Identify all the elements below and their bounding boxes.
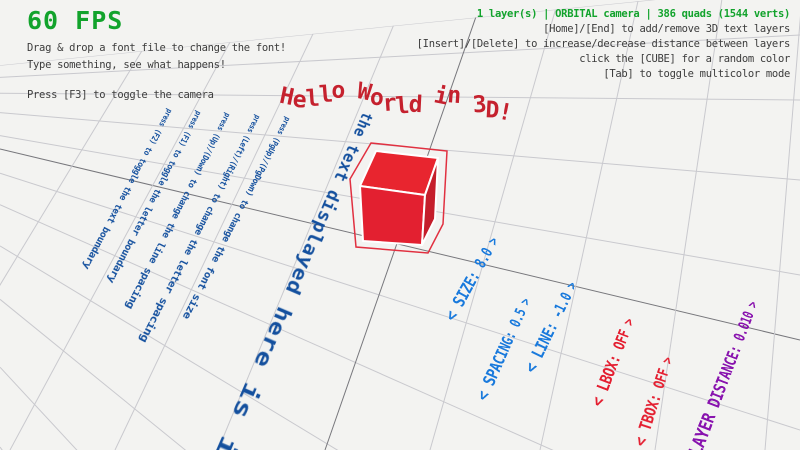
- tip-drag-drop-font: Drag & drop a font file to change the fo…: [27, 40, 286, 57]
- hud-top-right: 1 layer(s) | ORBITAL camera | 386 quads …: [417, 6, 790, 82]
- tip-layer-distance: [Insert]/[Delete] to increase/decrease d…: [417, 37, 790, 52]
- tip-multicolor-mode: [Tab] to toggle multicolor mode: [417, 67, 790, 82]
- hud-top-left: 60 FPS Drag & drop a font file to change…: [27, 8, 286, 104]
- tip-type-something: Type something, see what happens!: [27, 57, 286, 74]
- render-status: 1 layer(s) | ORBITAL camera | 386 quads …: [417, 6, 790, 22]
- tip-toggle-camera: Press [F3] to toggle the camera: [27, 87, 286, 104]
- tip-cube-random-color: click the [CUBE] for a random color: [417, 52, 790, 67]
- tip-add-remove-layers: [Home]/[End] to add/remove 3D text layer…: [417, 22, 790, 37]
- fps-counter: 60 FPS: [27, 8, 286, 34]
- cube-front-face[interactable]: [360, 186, 425, 245]
- app-window: the text displayed here is in 3D press (…: [0, 0, 800, 450]
